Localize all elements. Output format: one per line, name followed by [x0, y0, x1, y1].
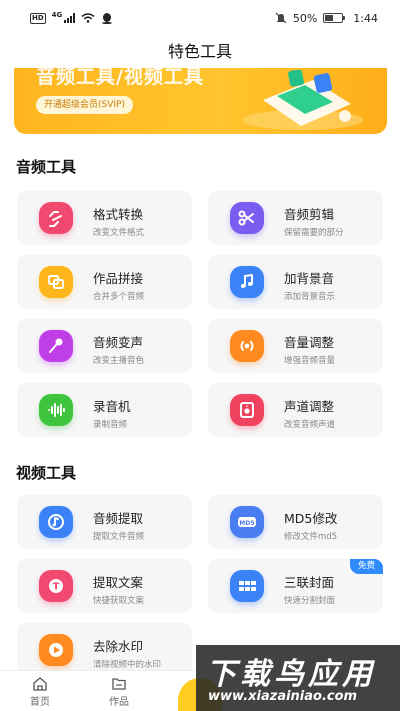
watermark-title: 下载鸟应用 [206, 657, 376, 692]
watermark-url: www.xiazainiao.com [208, 689, 358, 704]
video-tool-card[interactable]: T 提取文案快捷获取文案 [17, 559, 192, 613]
tool-text: 音量调整增强音频音量 [284, 332, 335, 366]
notification-app-icon [102, 13, 113, 24]
audio-tool-card[interactable]: 音频剪辑保留需要的部分 [208, 191, 383, 245]
tool-name: 音频提取 [93, 511, 144, 526]
play-icon [39, 634, 73, 666]
tool-description: 快捷获取文案 [93, 596, 145, 606]
tool-name: MD5修改 [284, 511, 338, 526]
speaker-icon [230, 394, 264, 426]
tool-description: 录制音频 [93, 420, 128, 430]
hd-indicator: HD [30, 12, 46, 24]
tool-name: 声道调整 [284, 399, 335, 414]
svg-text:T: T [53, 582, 60, 593]
status-right: 50% 1:44 [275, 12, 378, 25]
tool-name: 去除水印 [93, 639, 144, 654]
tool-text: 音频剪辑保留需要的部分 [284, 204, 344, 238]
mute-bell-icon [275, 12, 287, 24]
tool-name: 录音机 [93, 399, 131, 414]
tool-description: 快速分割封面 [284, 596, 336, 606]
tool-description: 合并多个音频 [93, 292, 145, 302]
grid-icon [230, 570, 264, 602]
signal-icon [64, 13, 76, 23]
tool-text: 格式转换改变文件格式 [93, 204, 144, 238]
svg-text:MD5: MD5 [239, 520, 254, 527]
tool-text: 去除水印清除视频中的水印 [93, 636, 161, 670]
folder-icon [112, 678, 126, 690]
banner-title: 音频工具/视频工具 [36, 68, 204, 88]
tool-name: 音频剪辑 [284, 207, 335, 222]
tool-name: 格式转换 [93, 207, 144, 222]
video-tool-card[interactable]: 三联封面 快速分割封面 免费 [208, 559, 383, 613]
wifi-icon [81, 13, 95, 23]
tool-description: 改变文件格式 [93, 228, 145, 238]
tool-text: 三联封面快速分割封面 [284, 572, 335, 606]
audio-tool-card[interactable]: 加背景音添加背景音乐 [208, 255, 383, 309]
status-bar: HD 4G 50% 1:44 [0, 0, 400, 36]
nav-home[interactable]: 首页 [15, 676, 65, 708]
tool-name: 加背景音 [284, 271, 335, 286]
page-title: 特色工具 [167, 42, 232, 61]
svip-button[interactable]: 开通超级会员(SVIP) [36, 96, 133, 114]
home-icon [33, 677, 47, 691]
music-note-icon [230, 266, 264, 298]
audio-tool-card[interactable]: 格式转换改变文件格式 [17, 191, 192, 245]
music-extract-icon [39, 506, 73, 538]
tool-text: 录音机 录制音频 [93, 396, 131, 430]
audio-section-title: 音频工具 [16, 158, 77, 176]
tool-description: 提取文件音频 [93, 532, 145, 542]
tool-text: 提取文案快捷获取文案 [93, 572, 144, 606]
svip-banner[interactable]: 音频工具/视频工具 开通超级会员(SVIP) [14, 68, 387, 134]
tool-text: 加背景音添加背景音乐 [284, 268, 335, 302]
tool-name: 作品拼接 [93, 271, 144, 286]
video-tool-card[interactable]: 去除水印清除视频中的水印 [17, 623, 192, 677]
tool-description: 清除视频中的水印 [93, 660, 162, 670]
battery-percent: 50% [292, 11, 318, 25]
banner-illustration [243, 70, 363, 130]
clock-time: 1:44 [353, 11, 378, 25]
battery-icon [323, 13, 346, 23]
tool-text: MD5修改修改文件md5 [284, 508, 337, 542]
tool-description: 修改文件md5 [284, 532, 338, 542]
audio-tool-card[interactable]: 音频变声改变主播音色 [17, 319, 192, 373]
microphone-icon [39, 330, 73, 362]
volume-icon [230, 330, 264, 362]
site-watermark: 下载鸟应用 www.xiazainiao.com [196, 645, 400, 711]
nav-works[interactable]: 作品 [94, 676, 144, 708]
tool-name: 音频变声 [93, 335, 144, 350]
audio-tool-card[interactable]: 录音机 录制音频 [17, 383, 192, 437]
audio-tool-card[interactable]: 音量调整增强音频音量 [208, 319, 383, 373]
tool-text: 音频提取提取文件音频 [93, 508, 144, 542]
convert-icon [39, 202, 73, 234]
merge-icon [39, 266, 73, 298]
free-badge: 免费 [349, 559, 383, 574]
status-left: HD 4G [30, 11, 113, 24]
tool-name: 三联封面 [284, 575, 335, 590]
tool-description: 保留需要的部分 [284, 228, 344, 238]
nav-works-label: 作品 [109, 697, 129, 708]
tool-name: 音量调整 [284, 335, 335, 350]
tool-text: 音频变声改变主播音色 [93, 332, 144, 366]
tool-description: 添加背景音乐 [284, 292, 336, 302]
tool-name: 提取文案 [93, 575, 144, 590]
audio-tool-card[interactable]: 作品拼接合并多个音频 [17, 255, 192, 309]
tool-description: 改变主播音色 [93, 356, 145, 366]
scissors-icon [230, 202, 264, 234]
tool-text: 作品拼接合并多个音频 [93, 268, 144, 302]
tool-text: 声道调整改变音频声道 [284, 396, 335, 430]
tool-description: 改变音频声道 [284, 420, 336, 430]
tool-description: 增强音频音量 [284, 356, 336, 366]
md5-icon: MD5 [230, 506, 264, 538]
nav-home-label: 首页 [30, 697, 50, 708]
waveform-icon [39, 394, 73, 426]
video-section-title: 视频工具 [16, 464, 77, 482]
audio-tool-card[interactable]: 声道调整改变音频声道 [208, 383, 383, 437]
network-type: 4G [51, 11, 63, 19]
video-tool-card[interactable]: 音频提取提取文件音频 [17, 495, 192, 549]
text-extract-icon: T [39, 570, 73, 602]
video-tool-card[interactable]: MD5 MD5修改修改文件md5 [208, 495, 383, 549]
